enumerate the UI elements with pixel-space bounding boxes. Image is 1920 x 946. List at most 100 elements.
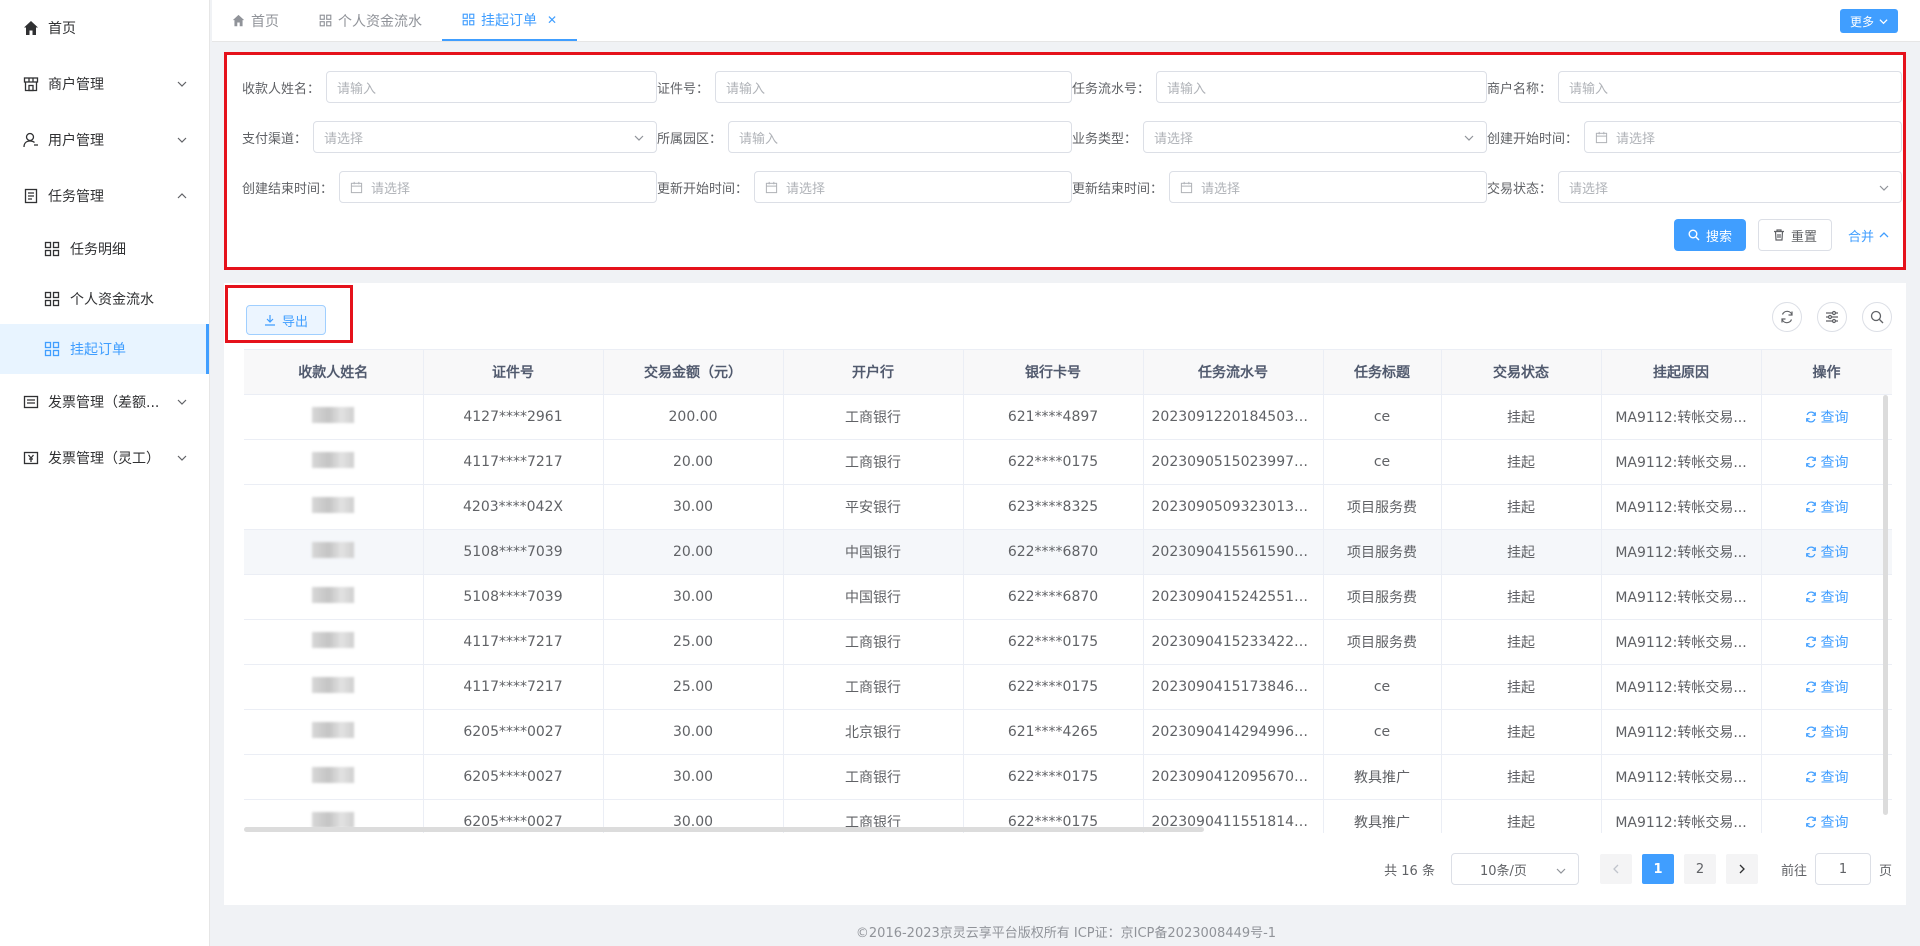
total-count: 共 16 条 [1384,863,1435,879]
sidebar-item-merchant[interactable]: 商户管理 [0,56,209,112]
cell-status: 挂起 [1441,664,1602,710]
create-end-date-picker[interactable]: 请选择 [339,171,657,203]
table-row: 4117****7217 25.00 工商银行 622****0175 20230904… [244,619,1892,665]
vertical-scrollbar[interactable] [1883,395,1888,815]
placeholder: 请选择 [371,181,411,197]
more-button[interactable]: 更多 [1839,9,1898,33]
cell-status: 挂起 [1441,574,1602,620]
cell-status: 挂起 [1441,619,1602,665]
column-settings-button[interactable] [1817,302,1847,332]
merchant-name-input[interactable]: 请输入 [1558,71,1902,103]
query-label: 查询 [1820,769,1849,786]
payee-name-input[interactable]: 请输入 [326,71,657,103]
filter-merchant-name: 商户名称： 请输入 [1487,71,1902,103]
tab-fund-flow[interactable]: 个人资金流水 [299,1,442,41]
chevron-up-icon [1879,232,1889,238]
sidebar-item-label: 发票管理（灵工） [48,451,160,467]
cell-bank: 工商银行 [783,619,964,665]
chevron-down-icon [177,137,187,143]
query-link[interactable]: 查询 [1805,677,1849,697]
table-row: 4117****7217 25.00 工商银行 622****0175 20230904… [244,664,1892,710]
business-type-select[interactable]: 请选择 [1143,121,1487,153]
collapse-button[interactable]: 合并 [1848,226,1889,245]
filter-business-type: 业务类型： 请选择 [1072,121,1487,153]
table-row: 5108****7039 30.00 中国银行 622****6870 20230904… [244,574,1892,620]
prev-page-button[interactable] [1599,854,1632,884]
query-link[interactable]: 查询 [1805,767,1849,787]
cell-reason: MA9112:转帐交易... [1601,709,1762,755]
query-label: 查询 [1820,544,1849,561]
filter-create-end: 创建结束时间： 请选择 [242,171,657,203]
placeholder: 请输入 [739,131,779,147]
query-label: 查询 [1820,409,1849,426]
col-id-number: 证件号 [423,350,604,395]
sidebar-item-home[interactable]: 首页 [0,0,209,56]
next-page-button[interactable] [1725,854,1758,884]
pay-channel-select[interactable]: 请选择 [313,121,657,153]
query-link[interactable]: 查询 [1805,632,1849,652]
sidebar-item-invoice-flex[interactable]: 发票管理（灵工） [0,430,209,486]
field-label: 创建开始时间： [1487,131,1579,147]
grid-icon [44,341,60,357]
refresh-button[interactable] [1772,302,1802,332]
field-label: 任务流水号： [1072,81,1151,97]
task-serial-input[interactable]: 请输入 [1156,71,1487,103]
query-label: 查询 [1820,814,1849,831]
cell-payee-name [244,574,424,620]
query-link[interactable]: 查询 [1805,407,1849,427]
filter-update-start: 更新开始时间： 请选择 [657,171,1072,203]
cell-id: 4203****042X [423,484,604,530]
query-link[interactable]: 查询 [1805,542,1849,562]
sliders-icon [1826,310,1838,324]
page-2-button[interactable]: 2 [1683,854,1716,884]
query-link[interactable]: 查询 [1805,812,1849,832]
query-link[interactable]: 查询 [1805,497,1849,517]
cell-title: 项目服务费 [1323,619,1442,665]
cell-bank: 工商银行 [783,754,964,800]
id-number-input[interactable]: 请输入 [715,71,1072,103]
user-icon [22,131,40,149]
redacted-name [312,451,355,468]
sidebar-item-invoice-diff[interactable]: 发票管理（差额... [0,374,209,430]
refresh-icon [1805,726,1816,737]
horizontal-scrollbar[interactable] [244,827,1204,832]
page-size-select[interactable]: 10条/页 [1450,853,1579,885]
redacted-name [312,676,355,693]
grid-icon [462,13,475,26]
placeholder: 请选择 [1154,131,1194,147]
export-button[interactable]: 导出 [246,305,326,335]
trade-status-select[interactable]: 请选择 [1558,171,1902,203]
query-link[interactable]: 查询 [1805,452,1849,472]
update-end-date-picker[interactable]: 请选择 [1169,171,1487,203]
field-label: 交易状态： [1487,181,1553,197]
close-icon[interactable]: ✕ [547,13,557,27]
cell-id: 4117****7217 [423,439,604,485]
tab-home[interactable]: 首页 [212,1,299,41]
sidebar-item-task[interactable]: 任务管理 [0,168,209,224]
page-1-button[interactable]: 1 [1641,854,1674,884]
query-link[interactable]: 查询 [1805,587,1849,607]
query-link[interactable]: 查询 [1805,722,1849,742]
cell-serial: 20230904151738466... [1143,664,1324,710]
update-start-date-picker[interactable]: 请选择 [754,171,1072,203]
search-button[interactable]: 搜索 [1673,219,1746,251]
col-status: 交易状态 [1441,350,1602,395]
cell-payee-name [244,619,424,665]
sidebar-subitem-task-detail[interactable]: 任务明细 [0,224,209,274]
cell-card: 622****0175 [963,754,1144,800]
sidebar-item-user[interactable]: 用户管理 [0,112,209,168]
create-start-date-picker[interactable]: 请选择 [1584,121,1902,153]
redacted-name [312,541,355,558]
sidebar-subitem-fund-flow[interactable]: 个人资金流水 [0,274,209,324]
cell-serial: 20230905150239972... [1143,439,1324,485]
table-row: 5108****7039 20.00 中国银行 622****6870 20230904… [244,529,1892,575]
cell-serial: 20230904155615905... [1143,529,1324,575]
sidebar-subitem-pending-orders[interactable]: 挂起订单 [0,324,209,374]
reset-button[interactable]: 重置 [1757,219,1832,251]
park-input[interactable]: 请输入 [728,121,1072,153]
goto-page-input[interactable] [1814,853,1871,885]
cell-reason: MA9112:转帐交易... [1601,439,1762,485]
tab-pending-orders[interactable]: 挂起订单 ✕ [442,1,578,41]
toggle-search-button[interactable] [1862,302,1892,332]
refresh-icon [1805,816,1816,827]
